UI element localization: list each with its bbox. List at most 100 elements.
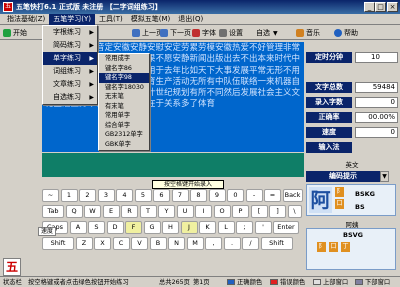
- key-9[interactable]: 9: [208, 189, 226, 202]
- upper-window-item[interactable]: 上部窗口: [313, 278, 348, 287]
- code-hint-button[interactable]: 编码提示: [306, 171, 380, 182]
- prev-page-button[interactable]: 上一页: [132, 27, 163, 39]
- key-6[interactable]: 6: [153, 189, 170, 202]
- key-0[interactable]: 0: [227, 189, 244, 202]
- lower-window-item[interactable]: 下部窗口: [355, 278, 390, 287]
- menu-item-4[interactable]: 文章练习 ▶: [43, 78, 97, 91]
- key-j[interactable]: J: [180, 221, 198, 234]
- key-v[interactable]: V: [131, 237, 148, 250]
- key-u[interactable]: U: [176, 205, 194, 218]
- close-button[interactable]: ×: [387, 2, 398, 12]
- key-k4-9[interactable]: .: [223, 237, 241, 250]
- menu-item-2[interactable]: 单字练习 ▶: [43, 52, 97, 65]
- timer-value[interactable]: 10: [355, 52, 398, 63]
- maximize-button[interactable]: □: [375, 2, 386, 12]
- key-y[interactable]: Y: [158, 205, 175, 218]
- menu-tools[interactable]: 工具(T): [95, 14, 127, 25]
- submenu-item-1[interactable]: 键名字86: [99, 64, 149, 74]
- correct-color-item[interactable]: 正确颜色: [227, 278, 262, 287]
- custom-button[interactable]: 自选 ▼: [256, 27, 278, 39]
- key-b[interactable]: B: [149, 237, 167, 250]
- key-n[interactable]: N: [168, 237, 185, 250]
- key-o[interactable]: O: [213, 205, 231, 218]
- menu-exit[interactable]: 退出(Q): [174, 14, 207, 25]
- key-k1-0[interactable]: ~: [42, 189, 59, 202]
- key-r[interactable]: R: [121, 205, 138, 218]
- wrong-color-item[interactable]: 错误颜色: [270, 278, 305, 287]
- submenu-item-7[interactable]: 综合单字: [99, 121, 149, 131]
- menu-simulate-wubi[interactable]: 模拟五笔(M): [127, 14, 175, 25]
- key-k2-12[interactable]: ]: [269, 205, 286, 218]
- chevron-right-icon: ▶: [89, 29, 94, 36]
- code-hint-box-2: BSVG 阝 口 丁: [306, 228, 396, 270]
- submenu-item-5[interactable]: 有末笔: [99, 102, 149, 112]
- chevron-right-icon: ▶: [89, 68, 94, 75]
- menu-item-0[interactable]: 字根练习 ▶: [43, 26, 97, 39]
- key-x[interactable]: X: [94, 237, 111, 250]
- submenu-item-9[interactable]: GBK单字: [99, 140, 149, 150]
- key-k4-11[interactable]: Shift: [260, 237, 293, 250]
- submenu-item-4[interactable]: 无末笔: [99, 92, 149, 102]
- key-h[interactable]: H: [162, 221, 179, 234]
- key-t[interactable]: T: [139, 205, 157, 218]
- key-z[interactable]: Z: [75, 237, 93, 250]
- start-hint-popup[interactable]: 按空格键开始录入: [152, 180, 224, 189]
- menu-item-5[interactable]: 自选练习 ▶: [43, 91, 97, 104]
- key-f[interactable]: F: [125, 221, 142, 234]
- chevron-down-icon[interactable]: ▼: [380, 171, 389, 182]
- key-k1-13[interactable]: Back: [282, 189, 303, 202]
- key-l[interactable]: L: [217, 221, 235, 234]
- key-k2-13[interactable]: \: [287, 205, 302, 218]
- key-p[interactable]: P: [232, 205, 249, 218]
- start-label: 开始: [13, 29, 27, 37]
- key-5[interactable]: 5: [134, 189, 152, 202]
- key-7[interactable]: 7: [171, 189, 189, 202]
- key-4[interactable]: 4: [116, 189, 133, 202]
- key-k[interactable]: K: [199, 221, 216, 234]
- key-k4-8[interactable]: ,: [205, 237, 222, 250]
- key-k1-11[interactable]: -: [245, 189, 263, 202]
- key-g[interactable]: G: [143, 221, 161, 234]
- key-k4-0[interactable]: Shift: [42, 237, 74, 250]
- next-page-button[interactable]: 下一页: [160, 27, 191, 39]
- key-1[interactable]: 1: [60, 189, 78, 202]
- settings-button[interactable]: 设置: [219, 27, 243, 39]
- key-w[interactable]: W: [84, 205, 101, 218]
- key-k3-10[interactable]: ;: [236, 221, 253, 234]
- submenu-item-6[interactable]: 常用单字: [99, 111, 149, 121]
- minimize-button[interactable]: _: [364, 2, 375, 12]
- key-k2-0[interactable]: Tab: [42, 205, 64, 218]
- key-k3-11[interactable]: ': [254, 221, 272, 234]
- key-a[interactable]: A: [69, 221, 87, 234]
- key-3[interactable]: 3: [97, 189, 115, 202]
- key-k2-11[interactable]: [: [250, 205, 268, 218]
- key-d[interactable]: D: [106, 221, 124, 234]
- key-s[interactable]: S: [88, 221, 105, 234]
- input-green-bar[interactable]: [42, 153, 304, 177]
- key-c[interactable]: C: [112, 237, 130, 250]
- submenu-item-0[interactable]: 常用成字: [99, 54, 149, 64]
- key-k1-12[interactable]: =: [264, 189, 281, 202]
- key-2[interactable]: 2: [79, 189, 96, 202]
- submenu-item-3[interactable]: 键名字18030: [99, 83, 149, 93]
- font-button[interactable]: 字体: [192, 27, 216, 39]
- key-8[interactable]: 8: [190, 189, 207, 202]
- menu-item-1[interactable]: 简码练习 ▶: [43, 39, 97, 52]
- help-button[interactable]: 帮助: [334, 27, 358, 39]
- menu-wubi-learning[interactable]: 五笔学习(Y): [49, 13, 96, 25]
- key-i[interactable]: I: [195, 205, 212, 218]
- key-q[interactable]: Q: [65, 205, 83, 218]
- key-k4-10[interactable]: /: [242, 237, 259, 250]
- music-button[interactable]: 音乐: [296, 27, 320, 39]
- menu-item-3[interactable]: 词组练习 ▶: [43, 65, 97, 78]
- menu-fingering[interactable]: 指法基础(Z): [3, 14, 49, 25]
- start-button[interactable]: 开始: [3, 27, 27, 39]
- key-e[interactable]: E: [102, 205, 120, 218]
- status-message: 按空格键或者点击绿色按钮开始练习: [28, 279, 129, 286]
- input-method-label: 输入法: [306, 142, 352, 153]
- submenu-item-8[interactable]: GB2312单字: [99, 130, 149, 140]
- key-k3-12[interactable]: Enter: [273, 221, 299, 234]
- submenu-item-2[interactable]: 键名字98: [99, 73, 149, 83]
- upper-window-swatch: [313, 279, 321, 285]
- key-m[interactable]: M: [186, 237, 204, 250]
